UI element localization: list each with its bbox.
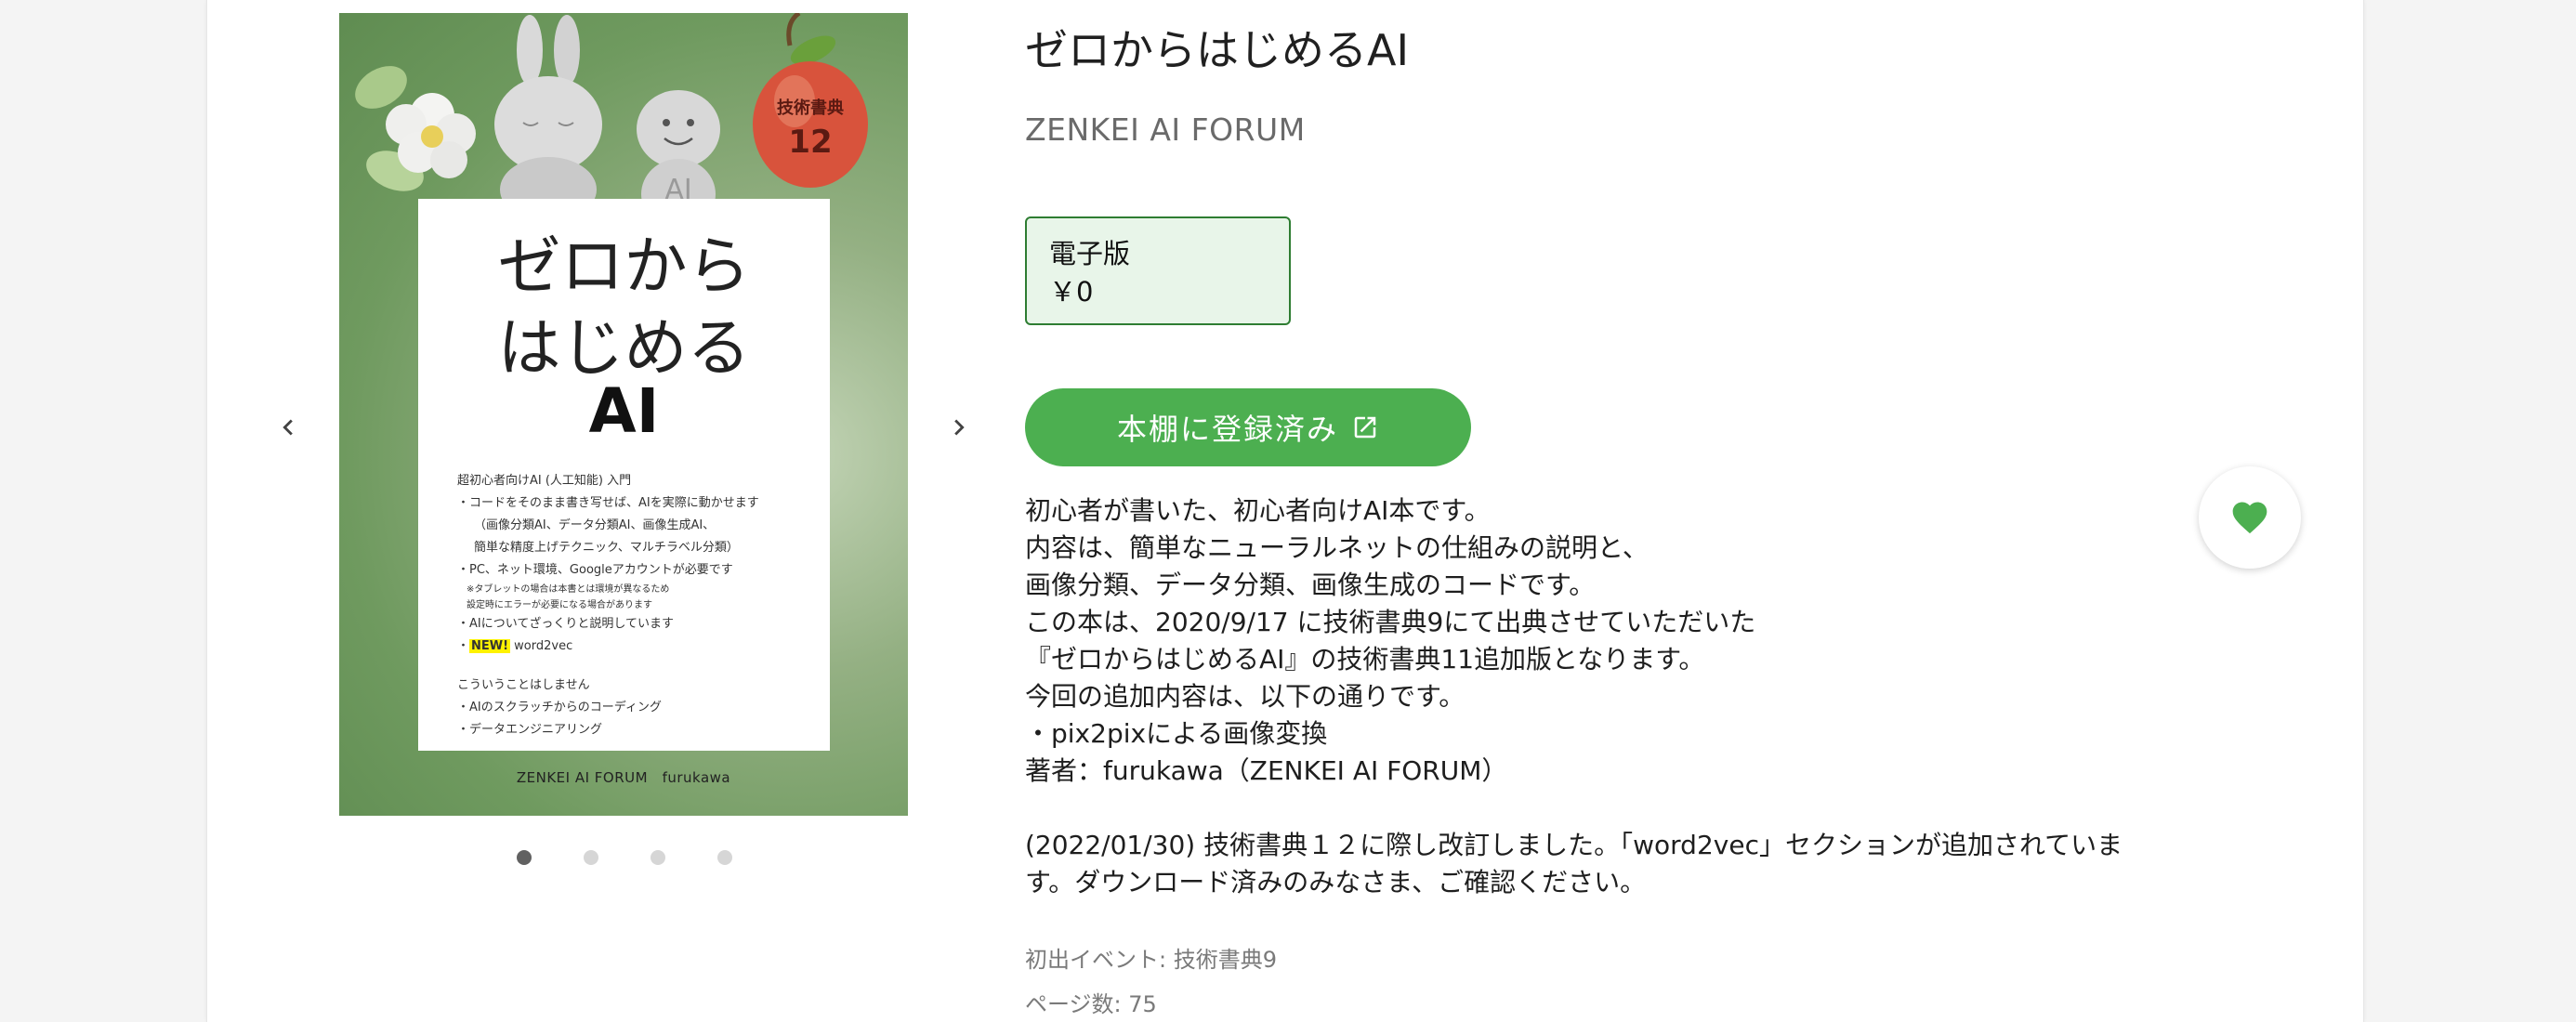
- shelf-button-label: 本棚に登録済み: [1116, 413, 1338, 446]
- apple-badge: 技術書典 12: [753, 13, 868, 188]
- carousel-dot[interactable]: [584, 850, 598, 865]
- first-event-info: 初出イベント: 技術書典9: [1025, 947, 1277, 973]
- page-count-info: ページ数: 75: [1025, 991, 1157, 1017]
- carousel-indicators: [517, 850, 740, 869]
- carousel-dot[interactable]: [717, 850, 732, 865]
- cover-footer: ZENKEI AI FORUM furukawa: [516, 769, 731, 786]
- svg-text:技術書典: 技術書典: [777, 98, 844, 118]
- svg-text:12: 12: [788, 124, 832, 161]
- cover-title-ai: AI: [588, 375, 660, 447]
- heart-icon: [2232, 502, 2267, 534]
- carousel-prev-button[interactable]: [256, 395, 321, 460]
- edition-price-option[interactable]: 電子版 ￥0: [1025, 216, 1291, 325]
- edition-price: ￥0: [1049, 276, 1094, 308]
- chevron-right-icon: [954, 419, 965, 436]
- edition-format: 電子版: [1049, 238, 1131, 269]
- carousel-next-button[interactable]: [927, 395, 992, 460]
- book-cover-image[interactable]: AI 技術書典 12 ゼロから はじめる AI 超初心者向けAI (人工知能) …: [339, 13, 908, 816]
- circle-name-link[interactable]: ZENKEI AI FORUM: [1025, 111, 1306, 148]
- cover-feature-list: 超初心者向けAI (人工知能) 入門 ・コードをそのまま書き写せば、AIを実際に…: [457, 474, 759, 737]
- book-title: ゼロからはじめるAI: [1025, 25, 1410, 75]
- cover-title: ゼロから はじめる: [497, 230, 751, 386]
- chevron-left-icon: [283, 419, 293, 436]
- cover-text-panel: ゼロから はじめる AI 超初心者向けAI (人工知能) 入門 ・コードをそのま…: [418, 199, 830, 751]
- registered-to-bookshelf-button[interactable]: 本棚に登録済み: [1025, 388, 1471, 466]
- rabbit-figure: [494, 15, 602, 217]
- cover-illustration: AI 技術書典 12: [355, 13, 868, 217]
- book-description: 初心者が書いた、初心者向けAI本です。 内容は、簡単なニューラルネットの仕組みの…: [1025, 495, 2123, 898]
- favorite-button[interactable]: [2199, 466, 2301, 569]
- open-in-new-icon: [1354, 416, 1376, 439]
- carousel-dot[interactable]: [517, 850, 532, 865]
- carousel-dot[interactable]: [651, 850, 665, 865]
